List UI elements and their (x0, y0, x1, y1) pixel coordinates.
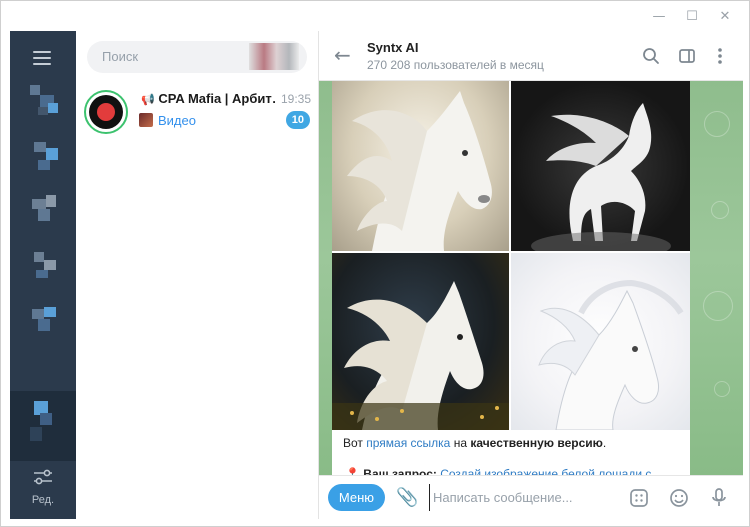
telegram-window: — ☐ ✕ Ред. Поиск 📢 CPA Mafia | Арбит… 19… (0, 0, 750, 527)
emoji-icon[interactable] (668, 487, 690, 509)
chat-background: Вот прямая ссылка на качественную версию… (319, 81, 743, 475)
folder-item[interactable] (20, 246, 66, 286)
folder-rail: Ред. (10, 31, 76, 519)
microphone-icon[interactable] (708, 487, 730, 509)
folder-item[interactable] (20, 191, 66, 231)
unread-badge: 10 (285, 111, 310, 129)
chat-list-item[interactable]: 📢 CPA Mafia | Арбит… 19:35 Видео 10 (76, 83, 319, 141)
title-bar: — ☐ ✕ (1, 1, 749, 31)
chat-time: 19:35 (280, 92, 311, 106)
message-bubble: Вот прямая ссылка на качественную версию… (332, 81, 690, 475)
chat-name: 📢 CPA Mafia | Арбит… (141, 91, 276, 106)
paperclip-icon[interactable]: 📎 (396, 487, 418, 508)
message-caption: Вот прямая ссылка на качественную версию… (343, 436, 607, 450)
message-composer: Меню 📎 Написать сообщение... (319, 475, 743, 519)
horse-image-2[interactable] (511, 81, 690, 251)
search-placeholder: Поиск (102, 49, 139, 64)
direct-link[interactable]: прямая ссылка (366, 436, 450, 450)
back-arrow-icon[interactable]: ← (334, 43, 351, 67)
chat-title[interactable]: Syntx AI (367, 40, 419, 55)
folder-item-selected[interactable] (10, 391, 76, 461)
chat-preview: Видео (158, 113, 196, 128)
avatar (84, 90, 128, 134)
horse-image-4[interactable] (511, 253, 690, 430)
pin-icon: 📍 (345, 467, 360, 475)
megaphone-icon: 📢 (141, 93, 155, 106)
bot-menu-button[interactable]: Меню (328, 484, 385, 511)
message-input[interactable]: Написать сообщение... (429, 484, 609, 511)
maximize-icon[interactable]: ☐ (685, 10, 699, 24)
edit-folders-button[interactable]: Ред. (10, 469, 76, 506)
folder-item[interactable] (20, 81, 66, 121)
sidebar-toggle-icon[interactable] (677, 46, 697, 66)
blurred-area (249, 43, 299, 70)
edit-label: Ред. (31, 494, 55, 506)
sliders-icon (34, 469, 52, 485)
image-album[interactable] (332, 81, 690, 430)
chat-list: Поиск 📢 CPA Mafia | Арбит… 19:35 Видео 1… (76, 31, 319, 519)
hamburger-menu-icon[interactable] (33, 51, 51, 69)
bot-commands-icon[interactable] (628, 487, 650, 509)
search-icon[interactable] (641, 46, 661, 66)
chat-area: ← Syntx AI 270 208 пользователей в месяц (319, 31, 743, 519)
request-text[interactable]: Создай изображение белой лошади с (437, 467, 651, 475)
chat-subtitle: 270 208 пользователей в месяц (367, 58, 544, 72)
chat-header: ← Syntx AI 270 208 пользователей в месяц (319, 31, 743, 81)
folder-item[interactable] (20, 136, 66, 176)
horse-image-1[interactable] (332, 81, 509, 251)
request-line: 📍 Ваш запрос: Создай изображение белой л… (345, 467, 675, 475)
folder-item[interactable] (20, 301, 66, 341)
more-options-icon[interactable] (710, 46, 730, 66)
search-input[interactable]: Поиск (87, 41, 307, 73)
media-thumbnail (139, 113, 153, 127)
horse-image-3[interactable] (332, 253, 509, 430)
minimize-icon[interactable]: — (652, 10, 666, 24)
close-icon[interactable]: ✕ (718, 10, 732, 24)
